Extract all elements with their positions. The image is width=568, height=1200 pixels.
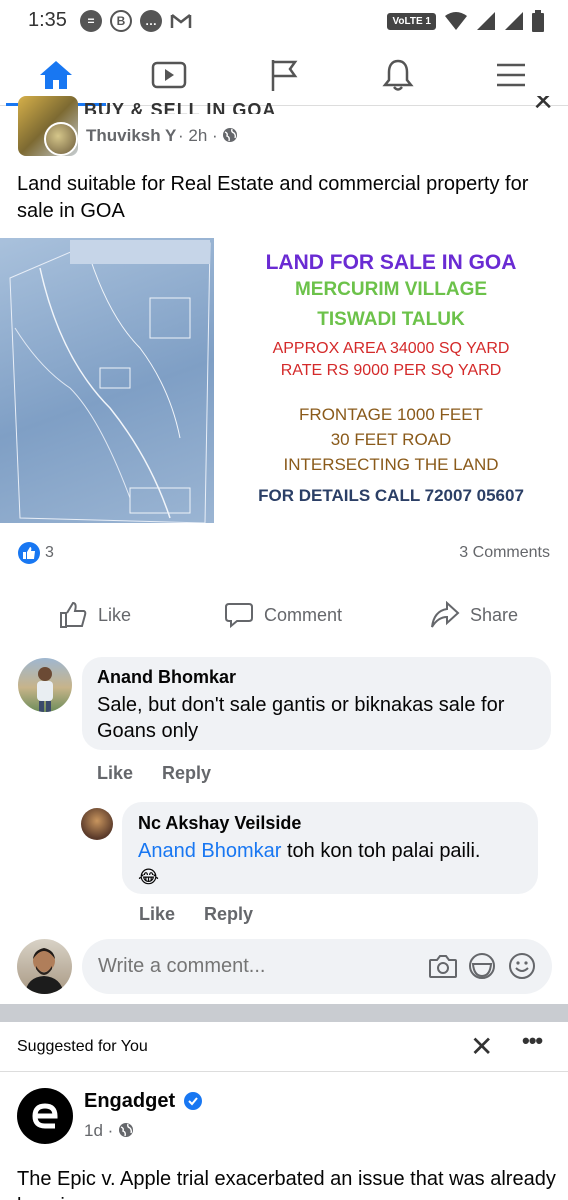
reply-author-avatar[interactable] [81,808,113,840]
comment-input[interactable] [98,955,398,978]
hamburger-menu-icon [497,63,525,87]
suggested-header: Suggested for You [17,1038,148,1055]
divider [0,1071,568,1072]
nav-watch[interactable] [139,54,199,96]
comment-author[interactable]: Anand Bhomkar [97,667,236,688]
message-icon: = [80,10,102,32]
close-icon[interactable]: ✕ [470,1030,493,1063]
like-count[interactable]: 3 [45,544,54,562]
home-icon [40,61,72,89]
share-label: Share [470,604,519,625]
volte-badge: VoLTE 1 [387,12,436,30]
ad-area: APPROX AREA 34000 SQ YARD [272,340,510,357]
engadget-logo[interactable] [17,1088,73,1144]
camera-icon[interactable] [428,953,458,979]
ad-rate: RATE RS 9000 PER SQ YARD [280,362,502,379]
laughing-emoji: 😂 [138,867,160,887]
nav-menu[interactable] [481,54,541,96]
like-reaction-icon[interactable] [18,542,40,564]
reply-bubble[interactable]: Nc Akshay Veilside Anand Bhomkar toh kon… [122,802,538,894]
signal-icon-2 [505,12,523,30]
post-meta: · 2h · [178,126,238,146]
top-navigation [0,44,568,106]
group-name[interactable]: BUY & SELL IN GOA [84,100,276,114]
comment-like-button[interactable]: Like [97,763,133,784]
status-system-icons: VoLTE 1 [387,10,544,32]
comment-label: Comment [264,604,343,625]
share-button[interactable]: Share [430,590,518,640]
flag-icon [271,60,298,91]
emoji-icon[interactable] [508,952,536,980]
comment-icon [225,603,253,629]
feed-separator [0,1004,568,1022]
current-user-avatar[interactable] [17,939,72,994]
suggested-post-meta: 1d · [84,1121,134,1141]
status-bar: 1:35 = B … VoLTE 1 [0,0,568,44]
ad-intersecting: INTERSECTING THE LAND [283,455,499,474]
signal-icon [477,12,495,30]
like-label: Like [98,604,132,625]
sticker-icon[interactable] [468,952,496,980]
ad-village: MERCURIM VILLAGE [294,279,488,300]
video-icon [151,61,187,89]
globe-icon [119,1123,134,1137]
suggested-post-text: The Epic v. Apple trial exacerbated an i… [17,1168,556,1200]
close-icon[interactable]: ✕ [532,96,554,118]
post-time[interactable]: 2h [188,126,207,145]
b-app-icon: B [110,10,132,32]
thumbs-up-icon [60,601,87,628]
status-notification-icons: = B … [80,10,192,32]
comment-reply-button[interactable]: Reply [162,763,211,784]
status-time: 1:35 [28,9,67,31]
share-icon [431,601,460,628]
reply-mention[interactable]: Anand Bhomkar [138,840,281,862]
comment-bubble[interactable]: Anand Bhomkar Sale, but don't sale ganti… [82,657,551,750]
comment-button[interactable]: Comment [224,590,342,640]
gmail-icon [170,10,192,32]
nav-home[interactable] [26,54,86,96]
ad-contact: FOR DETAILS CALL 72007 05607 [258,486,524,505]
post-actions: Like Comment Share [0,590,568,640]
post-author[interactable]: Thuviksh Y [86,126,176,146]
reply-reply-button[interactable]: Reply [204,904,253,925]
bell-icon [382,59,414,91]
author-avatar[interactable] [44,122,78,156]
page-name[interactable]: Engadget [84,1090,175,1113]
comment-input-bar[interactable] [82,939,552,994]
ad-headline: LAND FOR SALE IN GOA [265,251,517,274]
like-button[interactable]: Like [58,590,131,640]
reply-like-button[interactable]: Like [139,904,175,925]
globe-icon [223,128,238,142]
ad-road: 30 FEET ROAD [330,430,452,449]
verified-badge-icon [184,1092,202,1110]
nav-notifications[interactable] [368,54,428,96]
nav-pages[interactable] [254,54,314,96]
comment-count[interactable]: 3 Comments [459,544,550,562]
reply-body: toh kon toh palai paili. [281,840,481,862]
chat-bubble-icon: … [140,10,162,32]
survey-map-image [0,238,214,523]
reply-text: Anand Bhomkar toh kon toh palai paili. 😂 [138,838,528,890]
battery-icon [532,10,544,32]
suggested-post-time[interactable]: 1d [84,1121,103,1140]
post-text: Land suitable for Real Estate and commer… [17,173,529,222]
reply-author[interactable]: Nc Akshay Veilside [138,813,301,834]
comment-text: Sale, but don't sale gantis or biknakas … [97,694,505,742]
ad-frontage: FRONTAGE 1000 FEET [299,405,483,424]
ad-taluk: TISWADI TALUK [317,309,465,330]
commenter-avatar[interactable] [18,658,72,712]
more-options-icon[interactable]: ••• [522,1028,543,1054]
wifi-icon [445,12,467,30]
post-image[interactable]: LAND FOR SALE IN GOA MERCURIM VILLAGE TI… [0,238,568,523]
